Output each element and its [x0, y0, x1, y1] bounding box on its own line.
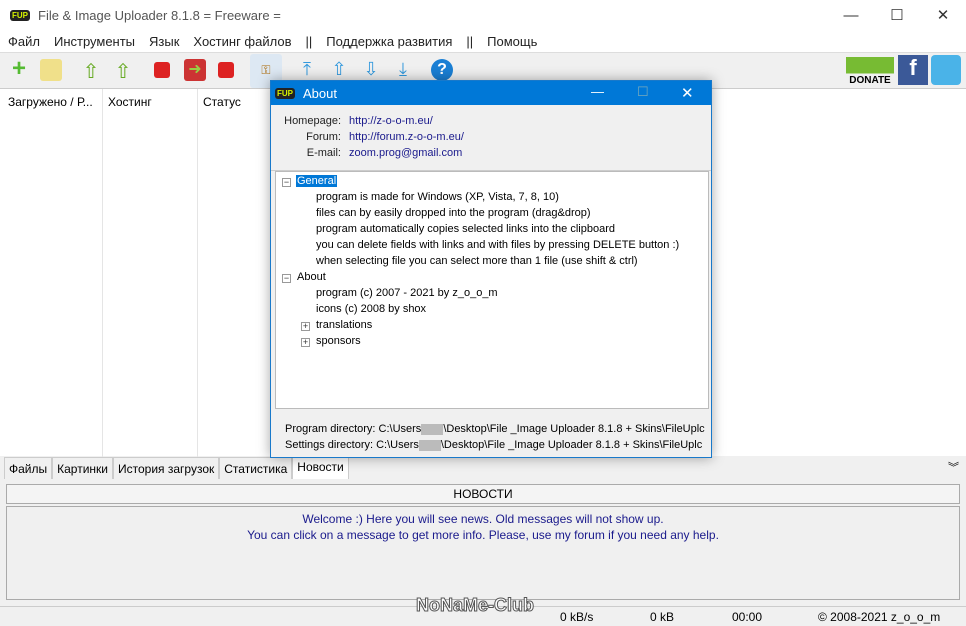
tree-item[interactable]: program is made for Windows (XP, Vista, …	[316, 191, 559, 203]
about-title: About	[303, 85, 337, 101]
tree-node-translations[interactable]: translations	[316, 319, 372, 331]
move-down-icon[interactable]: ⇩	[360, 59, 382, 81]
about-title-bar: FUP About — ☐ ✕	[271, 81, 711, 105]
forum-link[interactable]: http://forum.z-o-o-m.eu/	[349, 131, 464, 143]
add-folder-icon[interactable]	[40, 59, 62, 81]
tree-node-general[interactable]: General	[296, 175, 338, 187]
about-logo: FUP	[275, 87, 295, 99]
tree-item[interactable]: icons (c) 2008 by shox	[316, 303, 426, 315]
settings-directory: Settings directory: C:\Users \Desktop\Fil…	[285, 437, 711, 453]
about-tree[interactable]: − General program is made for Windows (X…	[275, 171, 709, 409]
minimize-button[interactable]: —	[828, 0, 874, 30]
move-up-icon[interactable]: ⇧	[328, 59, 350, 81]
add-file-icon[interactable]: +	[8, 57, 30, 81]
expand-icon[interactable]: +	[301, 338, 310, 347]
tab-files[interactable]: Файлы	[4, 457, 53, 479]
upload-icon[interactable]: ⇧	[80, 59, 102, 83]
upload-resume-icon[interactable]: ⇧	[112, 59, 134, 83]
news-message[interactable]: You can click on a message to get more i…	[7, 527, 959, 543]
settings-dir-path: \Desktop\File _Image Uploader 8.1.8 + Sk…	[440, 439, 703, 451]
about-close-button[interactable]: ✕	[681, 84, 694, 102]
menu-help[interactable]: Помощь	[487, 34, 537, 49]
collapse-icon[interactable]: −	[282, 178, 291, 187]
about-directories: Program directory: C:\Users \Desktop\File…	[271, 409, 711, 457]
menu-bar: Файл Инструменты Язык Хостинг файлов || …	[0, 30, 966, 52]
about-minimize-button[interactable]: —	[591, 84, 604, 99]
news-header: НОВОСТИ	[6, 484, 960, 504]
column-divider	[102, 89, 103, 457]
tab-history[interactable]: История загрузок	[113, 457, 220, 479]
redacted-username	[418, 439, 441, 451]
column-hosting[interactable]: Хостинг	[108, 95, 152, 109]
program-directory: Program directory: C:\Users \Desktop\File…	[285, 421, 711, 437]
move-top-icon[interactable]: ⤒	[296, 59, 318, 81]
status-bar: NoNaMe-Club 0 kB/s 0 kB 00:00 © 2008-202…	[0, 595, 966, 626]
tree-item[interactable]: you can delete fields with links and wit…	[316, 239, 679, 251]
app-logo: FUP	[10, 9, 30, 21]
tree-node-sponsors[interactable]: sponsors	[316, 335, 361, 347]
menu-language[interactable]: Язык	[149, 34, 179, 49]
program-dir-path: \Desktop\File _Image Uploader 8.1.8 + Sk…	[443, 423, 705, 435]
status-speed: 0 kB/s	[560, 610, 594, 624]
tree-item[interactable]: program (c) 2007 - 2021 by z_o_o_m	[316, 287, 498, 299]
email-label: E-mail:	[306, 147, 341, 159]
status-size: 0 kB	[650, 610, 675, 624]
menu-file[interactable]: Файл	[8, 34, 40, 49]
menu-tools[interactable]: Инструменты	[54, 34, 135, 49]
about-dialog: FUP About — ☐ ✕ Homepage: http://z-o-o-m…	[270, 80, 712, 458]
expand-icon[interactable]: +	[301, 322, 310, 331]
redacted-username	[421, 423, 444, 435]
program-dir-label: Program directory: C:\Users	[285, 423, 422, 435]
tab-images[interactable]: Картинки	[52, 457, 113, 479]
news-message[interactable]: Welcome :) Here you will see news. Old m…	[7, 511, 959, 527]
stop-one-icon[interactable]	[154, 62, 170, 78]
homepage-link[interactable]: http://z-o-o-m.eu/	[349, 115, 433, 127]
column-divider	[197, 89, 198, 457]
stop-next-icon[interactable]: ➜	[184, 59, 206, 81]
forum-label: Forum:	[306, 131, 341, 143]
about-info: Homepage: http://z-o-o-m.eu/ Forum: http…	[271, 105, 711, 171]
menu-file-hosting[interactable]: Хостинг файлов	[193, 34, 291, 49]
twitter-icon[interactable]	[931, 55, 961, 85]
tab-news[interactable]: Новости	[292, 455, 349, 479]
help-icon[interactable]: ?	[431, 59, 453, 81]
title-bar: FUP File & Image Uploader 8.1.8 = Freewa…	[0, 0, 966, 30]
status-time: 00:00	[732, 610, 763, 624]
menu-separator: ||	[466, 33, 474, 49]
move-bottom-icon[interactable]: ⤓	[392, 59, 414, 81]
watermark: NoNaMe-Club	[416, 595, 535, 616]
maximize-button[interactable]: ☐	[874, 0, 920, 30]
about-maximize-button[interactable]: ☐	[637, 84, 649, 100]
tree-node-about[interactable]: About	[297, 271, 326, 283]
settings-dir-label: Settings directory: C:\Users	[285, 439, 419, 451]
homepage-label: Homepage:	[284, 115, 341, 127]
email-link[interactable]: zoom.prog@gmail.com	[349, 147, 462, 159]
tree-item[interactable]: when selecting file you can select more …	[316, 255, 638, 267]
status-copyright: © 2008-2021 z_o_o_m	[818, 610, 941, 624]
collapse-icon[interactable]: ︾	[948, 459, 959, 475]
column-uploaded[interactable]: Загружено / Р...	[8, 95, 93, 109]
tab-statistics[interactable]: Статистика	[219, 457, 293, 479]
tab-bar: Файлы Картинки История загрузок Статисти…	[0, 455, 966, 479]
tree-item[interactable]: files can by easily dropped into the pro…	[316, 207, 591, 219]
column-status[interactable]: Статус	[203, 95, 241, 109]
window-title: File & Image Uploader 8.1.8 = Freeware =	[38, 7, 281, 23]
close-button[interactable]: ✕	[920, 0, 966, 30]
stop-all-icon[interactable]	[218, 62, 234, 78]
tree-item[interactable]: program automatically copies selected li…	[316, 223, 615, 235]
menu-separator: ||	[305, 33, 313, 49]
news-panel[interactable]: Welcome :) Here you will see news. Old m…	[6, 506, 960, 600]
menu-support[interactable]: Поддержка развития	[326, 34, 452, 49]
facebook-icon[interactable]: f	[898, 55, 928, 85]
collapse-icon[interactable]: −	[282, 274, 291, 283]
donate-button[interactable]: DONATE	[846, 57, 894, 87]
